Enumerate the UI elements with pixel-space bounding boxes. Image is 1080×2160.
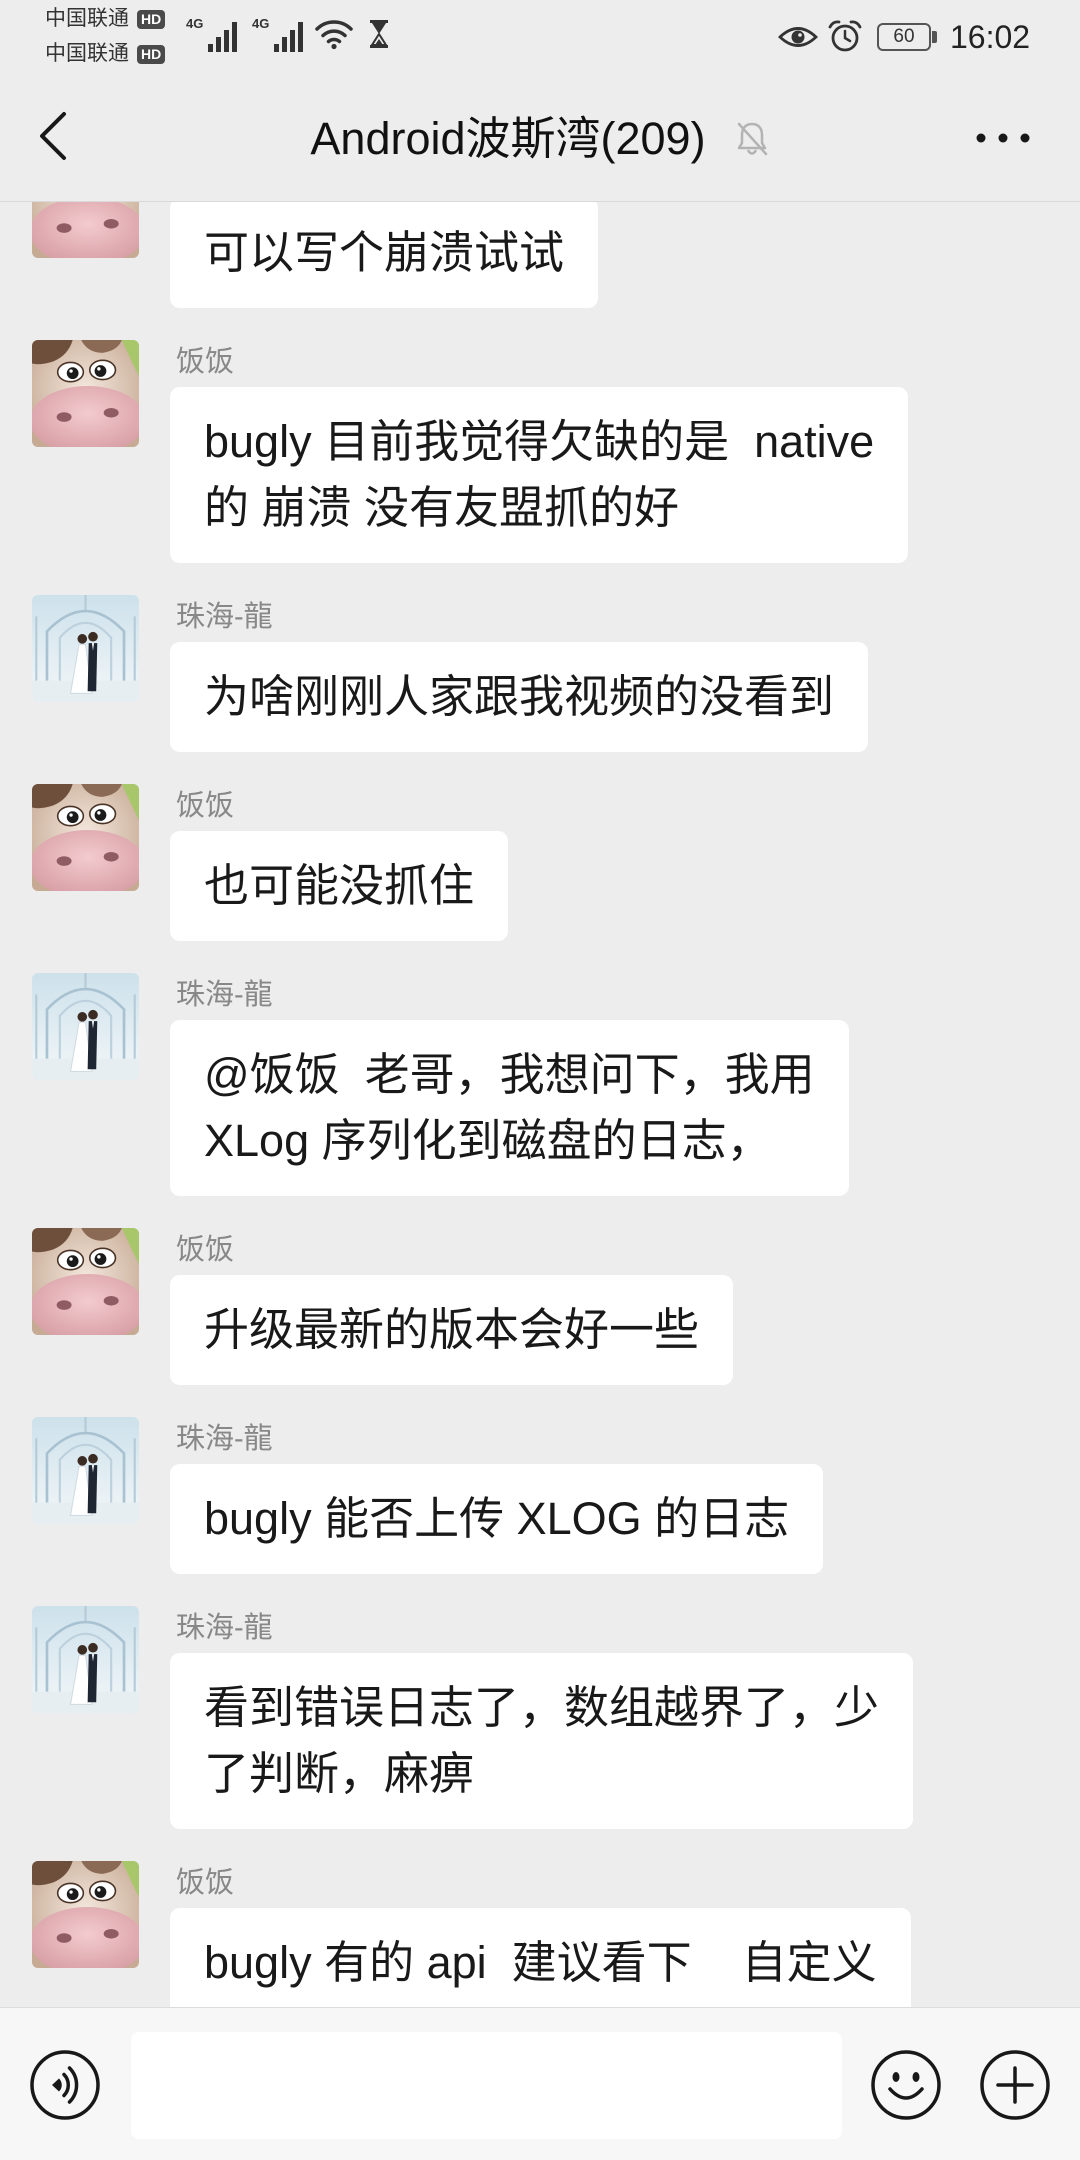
title-group: Android波斯湾(209) — [0, 76, 1080, 202]
battery-nub — [932, 31, 937, 43]
message-body: 饭饭 bugly 目前我觉得欠缺的是 native 的 崩溃 没有友盟抓的好 — [170, 340, 1080, 563]
message-text-line: 为啥刚刚人家跟我视频的没看到 — [204, 671, 835, 722]
message-text-line: 可以写个崩溃试试 — [204, 227, 565, 278]
avatar[interactable] — [32, 1606, 139, 1713]
message-bubble[interactable]: 可以写个崩溃试试 — [170, 202, 599, 308]
chat-header: Android波斯湾(209) — [0, 76, 1080, 202]
message-item: 饭饭 bugly 有的 api 建议看下 自定义 — [0, 1861, 1080, 2007]
message-item: 饭饭 升级最新的版本会好一些 — [0, 1228, 1080, 1385]
voice-button[interactable] — [27, 2047, 103, 2123]
eye-icon — [778, 27, 818, 47]
cow-avatar-image — [32, 1861, 139, 1968]
message-list[interactable]: 可以写个崩溃试试 饭饭 bugly 目前我觉得欠缺的是 native 的 崩溃 … — [0, 202, 1080, 2007]
message-body: 可以写个崩溃试试 — [170, 202, 1080, 308]
message-text-line: @饭饭 老哥，我想问下，我用 — [204, 1049, 815, 1100]
avatar[interactable] — [32, 202, 139, 258]
message-item: 珠海-龍 @饭饭 老哥，我想问下，我用 XLog 序列化到磁盘的日志， — [0, 973, 1080, 1196]
hd-badge: HD — [137, 44, 166, 64]
mute-bell-icon — [737, 122, 767, 156]
message-text-line: 了判断，麻痹 — [204, 1748, 475, 1799]
carrier-row: 中国联通 HD — [45, 6, 166, 32]
signal-icon: 4G — [252, 16, 303, 52]
message-text-line: XLog 序列化到磁盘的日志， — [204, 1115, 772, 1166]
message-bubble[interactable]: 为啥刚刚人家跟我视频的没看到 — [170, 642, 869, 752]
message-item: 珠海-龍 bugly 能否上传 XLOG 的日志 — [0, 1417, 1080, 1574]
more-button[interactable] — [970, 118, 1036, 158]
message-input[interactable] — [131, 2032, 842, 2139]
avatar[interactable] — [32, 595, 139, 702]
wifi-icon — [315, 20, 353, 50]
message-item: 饭饭 也可能没抓住 — [0, 784, 1080, 941]
message-text-line: bugly 有的 api 建议看下 自定义 — [204, 1937, 877, 1988]
message-bubble[interactable]: 升级最新的版本会好一些 — [170, 1275, 734, 1385]
carrier-name: 中国联通 — [45, 7, 129, 30]
cow-avatar-image — [32, 202, 139, 258]
sender-name: 饭饭 — [176, 1234, 235, 1266]
message-bubble[interactable]: bugly 有的 api 建议看下 自定义 — [170, 1908, 911, 2007]
avatar[interactable] — [32, 973, 139, 1080]
avatar[interactable] — [32, 1417, 139, 1524]
plus-button[interactable] — [977, 2047, 1053, 2123]
emoji-icon — [871, 2050, 941, 2120]
cow-avatar-image — [32, 340, 139, 447]
message-item: 珠海-龍 看到错误日志了，数组越界了，少 了判断，麻痹 — [0, 1606, 1080, 1829]
wedding-avatar-image — [32, 595, 139, 702]
sender-name: 珠海-龍 — [176, 979, 273, 1011]
more-dots-icon — [976, 133, 1030, 143]
network-type-label: 4G — [186, 16, 203, 31]
sender-name: 珠海-龍 — [176, 1423, 273, 1455]
sender-name: 珠海-龍 — [176, 601, 273, 633]
message-bubble[interactable]: bugly 目前我觉得欠缺的是 native 的 崩溃 没有友盟抓的好 — [170, 387, 909, 563]
wedding-avatar-image — [32, 1417, 139, 1524]
message-text-line: bugly 能否上传 XLOG 的日志 — [204, 1493, 790, 1544]
voice-icon — [30, 2050, 100, 2120]
emoji-button[interactable] — [868, 2047, 944, 2123]
message-text-line: 的 崩溃 没有友盟抓的好 — [204, 482, 680, 533]
message-item: 饭饭 bugly 目前我觉得欠缺的是 native 的 崩溃 没有友盟抓的好 — [0, 340, 1080, 563]
avatar[interactable] — [32, 784, 139, 891]
hd-badge: HD — [137, 9, 166, 29]
avatar[interactable] — [32, 340, 139, 447]
alarm-icon — [828, 20, 862, 52]
message-body: 珠海-龍 bugly 能否上传 XLOG 的日志 — [170, 1417, 1080, 1574]
message-text-line: 升级最新的版本会好一些 — [204, 1304, 700, 1355]
sender-name: 饭饭 — [176, 1867, 235, 1899]
carrier-row: 中国联通 HD — [45, 41, 166, 67]
battery-icon: 60 — [877, 23, 931, 51]
message-item: 珠海-龍 为啥刚刚人家跟我视频的没看到 — [0, 595, 1080, 752]
wedding-avatar-image — [32, 973, 139, 1080]
avatar[interactable] — [32, 1228, 139, 1335]
message-text-line: 看到错误日志了，数组越界了，少 — [204, 1682, 880, 1733]
cow-avatar-image — [32, 1228, 139, 1335]
message-bubble[interactable]: @饭饭 老哥，我想问下，我用 XLog 序列化到磁盘的日志， — [170, 1020, 849, 1196]
message-bubble[interactable]: 也可能没抓住 — [170, 831, 509, 941]
message-bubble[interactable]: 看到错误日志了，数组越界了，少 了判断，麻痹 — [170, 1653, 914, 1829]
message-body: 饭饭 也可能没抓住 — [170, 784, 1080, 941]
message-body: 珠海-龍 为啥刚刚人家跟我视频的没看到 — [170, 595, 1080, 752]
status-bar: 中国联通 HD 中国联通 HD 4G 4G 60 16:02 — [0, 0, 1080, 76]
message-item: 可以写个崩溃试试 — [0, 202, 1080, 308]
sender-name: 饭饭 — [176, 346, 235, 378]
wedding-avatar-image — [32, 1606, 139, 1713]
message-bubble[interactable]: bugly 能否上传 XLOG 的日志 — [170, 1464, 824, 1574]
sender-name: 珠海-龍 — [176, 1612, 273, 1644]
message-text-line: bugly 目前我觉得欠缺的是 native — [204, 416, 875, 467]
sender-name: 饭饭 — [176, 790, 235, 822]
avatar[interactable] — [32, 1861, 139, 1968]
chat-title: Android波斯湾(209) — [310, 113, 706, 164]
message-body: 饭饭 升级最新的版本会好一些 — [170, 1228, 1080, 1385]
network-type-label: 4G — [252, 16, 269, 31]
hourglass-icon — [370, 20, 388, 48]
cow-avatar-image — [32, 784, 139, 891]
message-body: 饭饭 bugly 有的 api 建议看下 自定义 — [170, 1861, 1080, 2007]
input-bar — [0, 2007, 1080, 2160]
battery-level: 60 — [893, 26, 915, 47]
carrier-name: 中国联通 — [45, 42, 129, 65]
message-body: 珠海-龍 看到错误日志了，数组越界了，少 了判断，麻痹 — [170, 1606, 1080, 1829]
plus-icon — [980, 2050, 1050, 2120]
signal-icon: 4G — [186, 16, 237, 52]
message-text-line: 也可能没抓住 — [204, 860, 475, 911]
clock-time: 16:02 — [950, 19, 1031, 55]
message-body: 珠海-龍 @饭饭 老哥，我想问下，我用 XLog 序列化到磁盘的日志， — [170, 973, 1080, 1196]
